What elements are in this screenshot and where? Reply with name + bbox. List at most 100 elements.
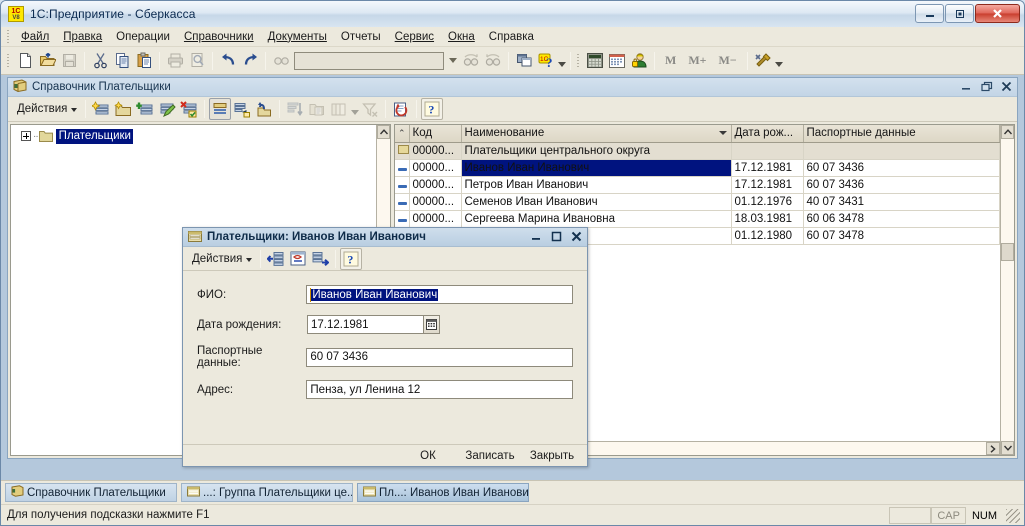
memory-subtract-button[interactable]: M− (713, 53, 743, 68)
reference-book-icon (11, 485, 24, 500)
configurator-chevron-down-icon[interactable] (775, 62, 783, 67)
list-scroll-up-button[interactable] (1001, 125, 1014, 139)
list-scroll-down-button[interactable] (1001, 441, 1014, 455)
child-minimize-button[interactable] (960, 79, 973, 94)
add-folder-icon[interactable] (112, 98, 134, 120)
clear-filter-icon[interactable] (359, 98, 381, 120)
actions-menu-button[interactable]: Действия (13, 101, 81, 117)
grid-header-passport[interactable]: Паспортные данные (803, 125, 1000, 142)
calculator-icon[interactable] (584, 50, 606, 72)
copy-icon[interactable] (111, 50, 133, 72)
dialog-restore-button[interactable] (550, 229, 563, 244)
tree-scroll-up-button[interactable] (377, 125, 390, 139)
write-object-icon[interactable] (265, 248, 287, 270)
child-close-button[interactable] (1000, 79, 1013, 94)
configurator-icon[interactable] (752, 50, 774, 72)
write-button[interactable]: Записать (463, 450, 517, 462)
filter-chevron-down-icon[interactable] (351, 110, 359, 115)
search-dropdown-button[interactable] (446, 58, 460, 63)
menu-edit[interactable]: Правка (56, 29, 109, 45)
sort-icon[interactable] (284, 98, 306, 120)
move-to-group-icon[interactable] (231, 98, 253, 120)
print-preview-icon[interactable] (186, 50, 208, 72)
toolbar-grip[interactable] (5, 53, 11, 68)
refresh-icon[interactable] (390, 98, 412, 120)
open-folder-icon[interactable] (36, 50, 58, 72)
help-icon[interactable]: ? (421, 98, 443, 120)
grid-header-code[interactable]: Код (409, 125, 461, 142)
taskbar-item-group[interactable]: ...: Группа Плательщики це... (181, 483, 353, 502)
menu-documents[interactable]: Документы (261, 29, 334, 45)
paste-icon[interactable] (133, 50, 155, 72)
taskbar-item-reference[interactable]: Справочник Плательщики (5, 483, 177, 502)
close-button[interactable] (975, 4, 1020, 23)
table-row[interactable]: 00000... Сергеева Марина Ивановна 18.03.… (395, 210, 1000, 227)
child-window-title-bar[interactable]: Справочник Плательщики (8, 78, 1017, 97)
menu-file[interactable]: Файл (14, 29, 56, 45)
list-scroll-thumb[interactable] (1001, 243, 1014, 261)
go-to-icon[interactable] (309, 248, 331, 270)
filter-by-value-icon[interactable] (306, 98, 328, 120)
help-icon[interactable]: ? (340, 248, 362, 270)
memory-add-button[interactable]: M+ (682, 53, 712, 68)
help-1c-icon[interactable]: 1C? (535, 50, 557, 72)
table-row[interactable]: 00000... Иванов Иван Иванович 17.12.1981… (395, 159, 1000, 176)
menu-reports[interactable]: Отчеты (334, 29, 388, 45)
fio-field[interactable]: Иванов Иван Иванович (306, 285, 573, 304)
active-users-icon[interactable] (628, 50, 650, 72)
search-input[interactable] (294, 52, 444, 70)
dialog-title-bar[interactable]: Плательщики: Иванов Иван Иванович (183, 228, 587, 247)
memory-recall-button[interactable]: M (659, 53, 682, 68)
menu-service[interactable]: Сервис (388, 29, 441, 45)
dialog-minimize-button[interactable] (530, 229, 543, 244)
calendar-icon[interactable] (606, 50, 628, 72)
undo-icon[interactable] (217, 50, 239, 72)
filter-list-icon[interactable] (328, 98, 350, 120)
set-list-icon[interactable] (209, 98, 231, 120)
ok-button[interactable]: ОК (401, 450, 455, 462)
print-icon[interactable] (164, 50, 186, 72)
table-row[interactable]: 00000... Семенов Иван Иванович 01.12.197… (395, 193, 1000, 210)
menubar-grip[interactable] (5, 29, 11, 44)
dialog-actions-menu-button[interactable]: Действия (188, 251, 256, 267)
tree-item-payers[interactable]: ·· Плательщики (11, 128, 390, 144)
calendar-picker-icon[interactable] (424, 315, 440, 334)
taskbar-item-payer-card[interactable]: Пл...: Иванов Иван Иванович (357, 483, 529, 502)
table-row[interactable]: 00000... Петров Иван Иванович 17.12.1981… (395, 176, 1000, 193)
hscroll-right-button[interactable] (986, 442, 1000, 455)
dialog-close-button[interactable] (570, 229, 583, 244)
grid-header-name[interactable]: Наименование (461, 125, 731, 142)
maximize-button[interactable] (945, 4, 974, 23)
redo-icon[interactable] (239, 50, 261, 72)
child-restore-button[interactable] (980, 79, 993, 94)
edit-item-icon[interactable] (156, 98, 178, 120)
find-next-icon[interactable] (482, 50, 504, 72)
switch-window-icon[interactable] (513, 50, 535, 72)
toolbar-more-chevron-down-icon[interactable] (558, 62, 566, 67)
grid-header-birthdate[interactable]: Дата рож... (731, 125, 803, 142)
close-dialog-button[interactable]: Закрыть (525, 450, 579, 462)
menu-windows[interactable]: Окна (441, 29, 482, 45)
list-vertical-scrollbar[interactable] (1000, 125, 1014, 455)
print-record-icon[interactable] (287, 248, 309, 270)
expand-plus-icon[interactable] (21, 131, 31, 141)
menu-references[interactable]: Справочники (177, 29, 261, 45)
address-field[interactable]: Пенза, ул Ленина 12 (306, 380, 573, 399)
new-document-icon[interactable] (14, 50, 36, 72)
toolbar2-grip[interactable] (575, 53, 581, 68)
resize-grip-icon[interactable] (1006, 509, 1020, 523)
menu-help[interactable]: Справка (482, 29, 541, 45)
go-up-level-icon[interactable] (253, 98, 275, 120)
find-icon[interactable] (270, 50, 292, 72)
delete-mark-icon[interactable] (178, 98, 200, 120)
cut-icon[interactable] (89, 50, 111, 72)
add-item-icon[interactable] (90, 98, 112, 120)
save-icon[interactable] (58, 50, 80, 72)
passport-field[interactable]: 60 07 3436 (306, 348, 573, 367)
minimize-button[interactable] (915, 4, 944, 23)
table-row[interactable]: 00000... Плательщики центрального округа (395, 142, 1000, 159)
copy-item-icon[interactable] (134, 98, 156, 120)
menu-operations[interactable]: Операции (109, 29, 177, 45)
find-previous-icon[interactable] (460, 50, 482, 72)
birthdate-field[interactable]: 17.12.1981 (307, 315, 424, 334)
